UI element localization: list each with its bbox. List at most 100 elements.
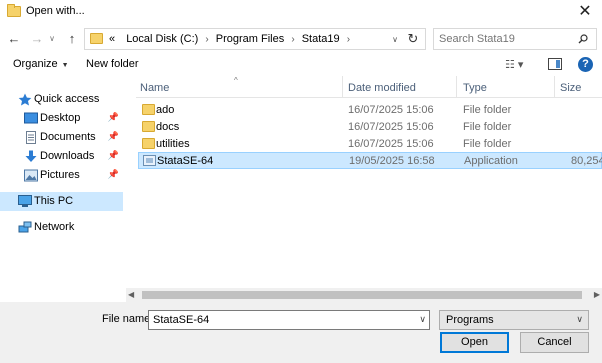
column-name[interactable]: Name — [140, 82, 169, 94]
sidebar-item-label: Downloads — [40, 150, 95, 162]
column-size[interactable]: Size — [560, 82, 581, 94]
sort-ascending-icon: ^ — [234, 76, 238, 85]
sidebar-item-network[interactable]: Network — [0, 218, 123, 237]
file-name-combobox[interactable]: ∨ — [148, 310, 430, 330]
desktop-icon — [24, 112, 38, 124]
preview-pane-button[interactable] — [548, 58, 562, 70]
file-name: utilities — [156, 138, 190, 150]
file-name-label: File name: — [102, 313, 154, 325]
folder-icon — [90, 33, 103, 44]
scroll-left-icon[interactable]: ◀ — [128, 290, 134, 299]
file-date: 16/07/2025 15:06 — [348, 138, 434, 150]
organize-button[interactable]: Organize ▼ — [13, 58, 69, 70]
file-name-input[interactable] — [153, 313, 403, 327]
file-row[interactable]: docs 16/07/2025 15:06 File folder — [138, 119, 602, 136]
sidebar-item-label: Documents — [40, 131, 96, 143]
file-row[interactable]: utilities 16/07/2025 15:06 File folder — [138, 136, 602, 153]
file-type: Application — [464, 155, 518, 167]
horizontal-scrollbar[interactable]: ◀ ▶ — [126, 288, 602, 302]
star-icon — [18, 93, 32, 106]
column-type[interactable]: Type — [463, 82, 487, 94]
new-folder-button[interactable]: New folder — [86, 58, 139, 70]
folder-icon — [142, 104, 155, 115]
address-dropdown-button[interactable]: ∨ — [389, 33, 401, 47]
sidebar-item-label: Desktop — [40, 112, 81, 124]
up-button[interactable]: ↑ — [63, 30, 81, 48]
search-input[interactable] — [439, 32, 569, 46]
recent-locations-button[interactable]: ∨ — [47, 30, 57, 48]
sidebar-item-desktop[interactable]: Desktop 📌 — [0, 109, 123, 128]
sidebar-item-label: Quick access — [34, 93, 100, 105]
help-button[interactable]: ? — [578, 57, 593, 72]
search-box[interactable] — [433, 28, 597, 50]
column-date-modified[interactable]: Date modified — [348, 82, 416, 94]
pin-icon: 📌 — [107, 131, 119, 141]
breadcrumb-separator[interactable]: › — [343, 34, 354, 45]
file-name: StataSE-64 — [157, 155, 214, 167]
file-date: 16/07/2025 15:06 — [348, 104, 434, 116]
sidebar-item-label: This PC — [34, 195, 74, 207]
breadcrumb-item-stata19[interactable]: Stata19 — [302, 33, 340, 45]
documents-icon — [26, 131, 36, 144]
file-type: File folder — [463, 104, 512, 116]
file-name: docs — [156, 121, 180, 133]
sidebar-item-downloads[interactable]: Downloads 📌 — [0, 147, 123, 166]
change-view-button[interactable]: ☷ ▾ — [505, 58, 531, 72]
file-name: ado — [156, 104, 175, 116]
sidebar-item-quick-access[interactable]: Quick access — [0, 90, 123, 109]
cancel-button[interactable]: Cancel — [520, 332, 589, 353]
folder-icon — [142, 121, 155, 132]
file-type: File folder — [463, 121, 512, 133]
close-button[interactable]: ✕ — [568, 0, 602, 24]
file-row[interactable]: ado 16/07/2025 15:06 File folder — [138, 102, 602, 119]
breadcrumb-separator[interactable]: › — [287, 34, 298, 45]
file-type-value: Programs — [446, 314, 494, 326]
file-type-select[interactable]: Programs ∨ — [439, 310, 589, 330]
breadcrumb-item-local-disk[interactable]: Local Disk (C:) — [126, 33, 198, 45]
column-divider[interactable] — [554, 76, 555, 98]
sidebar-item-label: Pictures — [40, 169, 80, 181]
refresh-button[interactable]: ↻ — [404, 31, 422, 47]
application-icon — [143, 155, 156, 166]
file-date: 19/05/2025 16:58 — [349, 155, 435, 167]
computer-icon — [18, 195, 32, 207]
sidebar-item-documents[interactable]: Documents 📌 — [0, 128, 123, 147]
column-divider[interactable] — [456, 76, 457, 98]
column-header: ^ Name Date modified Type Size — [136, 76, 602, 98]
downloads-icon — [25, 150, 37, 162]
address-bar[interactable]: « Local Disk (C:) › Program Files › Stat… — [84, 28, 426, 50]
search-icon — [578, 34, 588, 44]
file-row[interactable]: StataSE-64 19/05/2025 16:58 Application … — [138, 152, 602, 169]
folder-icon — [7, 4, 21, 17]
chevron-down-icon[interactable]: ∨ — [419, 314, 426, 325]
window-title: Open with... — [26, 5, 85, 17]
forward-button[interactable]: → — [28, 30, 46, 48]
breadcrumb-item-program-files[interactable]: Program Files — [216, 33, 284, 45]
sidebar-item-pictures[interactable]: Pictures 📌 — [0, 166, 123, 185]
column-divider[interactable] — [342, 76, 343, 98]
breadcrumb-overflow[interactable]: « — [109, 33, 115, 45]
scroll-right-icon[interactable]: ▶ — [594, 290, 600, 299]
back-button[interactable]: ← — [5, 30, 23, 48]
pin-icon: 📌 — [107, 169, 119, 179]
open-button[interactable]: Open — [440, 332, 509, 353]
pin-icon: 📌 — [107, 112, 119, 122]
sidebar-item-label: Network — [34, 221, 75, 233]
pane-splitter[interactable] — [126, 78, 136, 286]
dialog-footer: File name: ∨ Programs ∨ Open Cancel — [0, 302, 602, 363]
command-bar: Organize ▼ New folder ☷ ▾ ? — [0, 54, 602, 76]
pictures-icon — [24, 169, 38, 182]
navigation-bar: ← → ∨ ↑ « Local Disk (C:) › Program File… — [0, 24, 602, 54]
organize-label: Organize — [13, 58, 58, 70]
folder-icon — [142, 138, 155, 149]
scrollbar-thumb[interactable] — [142, 291, 582, 299]
chevron-down-icon: ▼ — [61, 62, 69, 69]
navigation-pane: Quick access Desktop 📌 Documents 📌 Downl… — [0, 78, 126, 286]
file-type: File folder — [463, 138, 512, 150]
chevron-down-icon: ∨ — [576, 314, 583, 324]
sidebar-item-this-pc[interactable]: This PC — [0, 192, 123, 211]
breadcrumb-separator[interactable]: › — [201, 34, 212, 45]
breadcrumb: « Local Disk (C:) › Program Files › Stat… — [109, 33, 354, 45]
network-icon — [18, 221, 32, 233]
file-size: 80,254 — [571, 155, 602, 167]
